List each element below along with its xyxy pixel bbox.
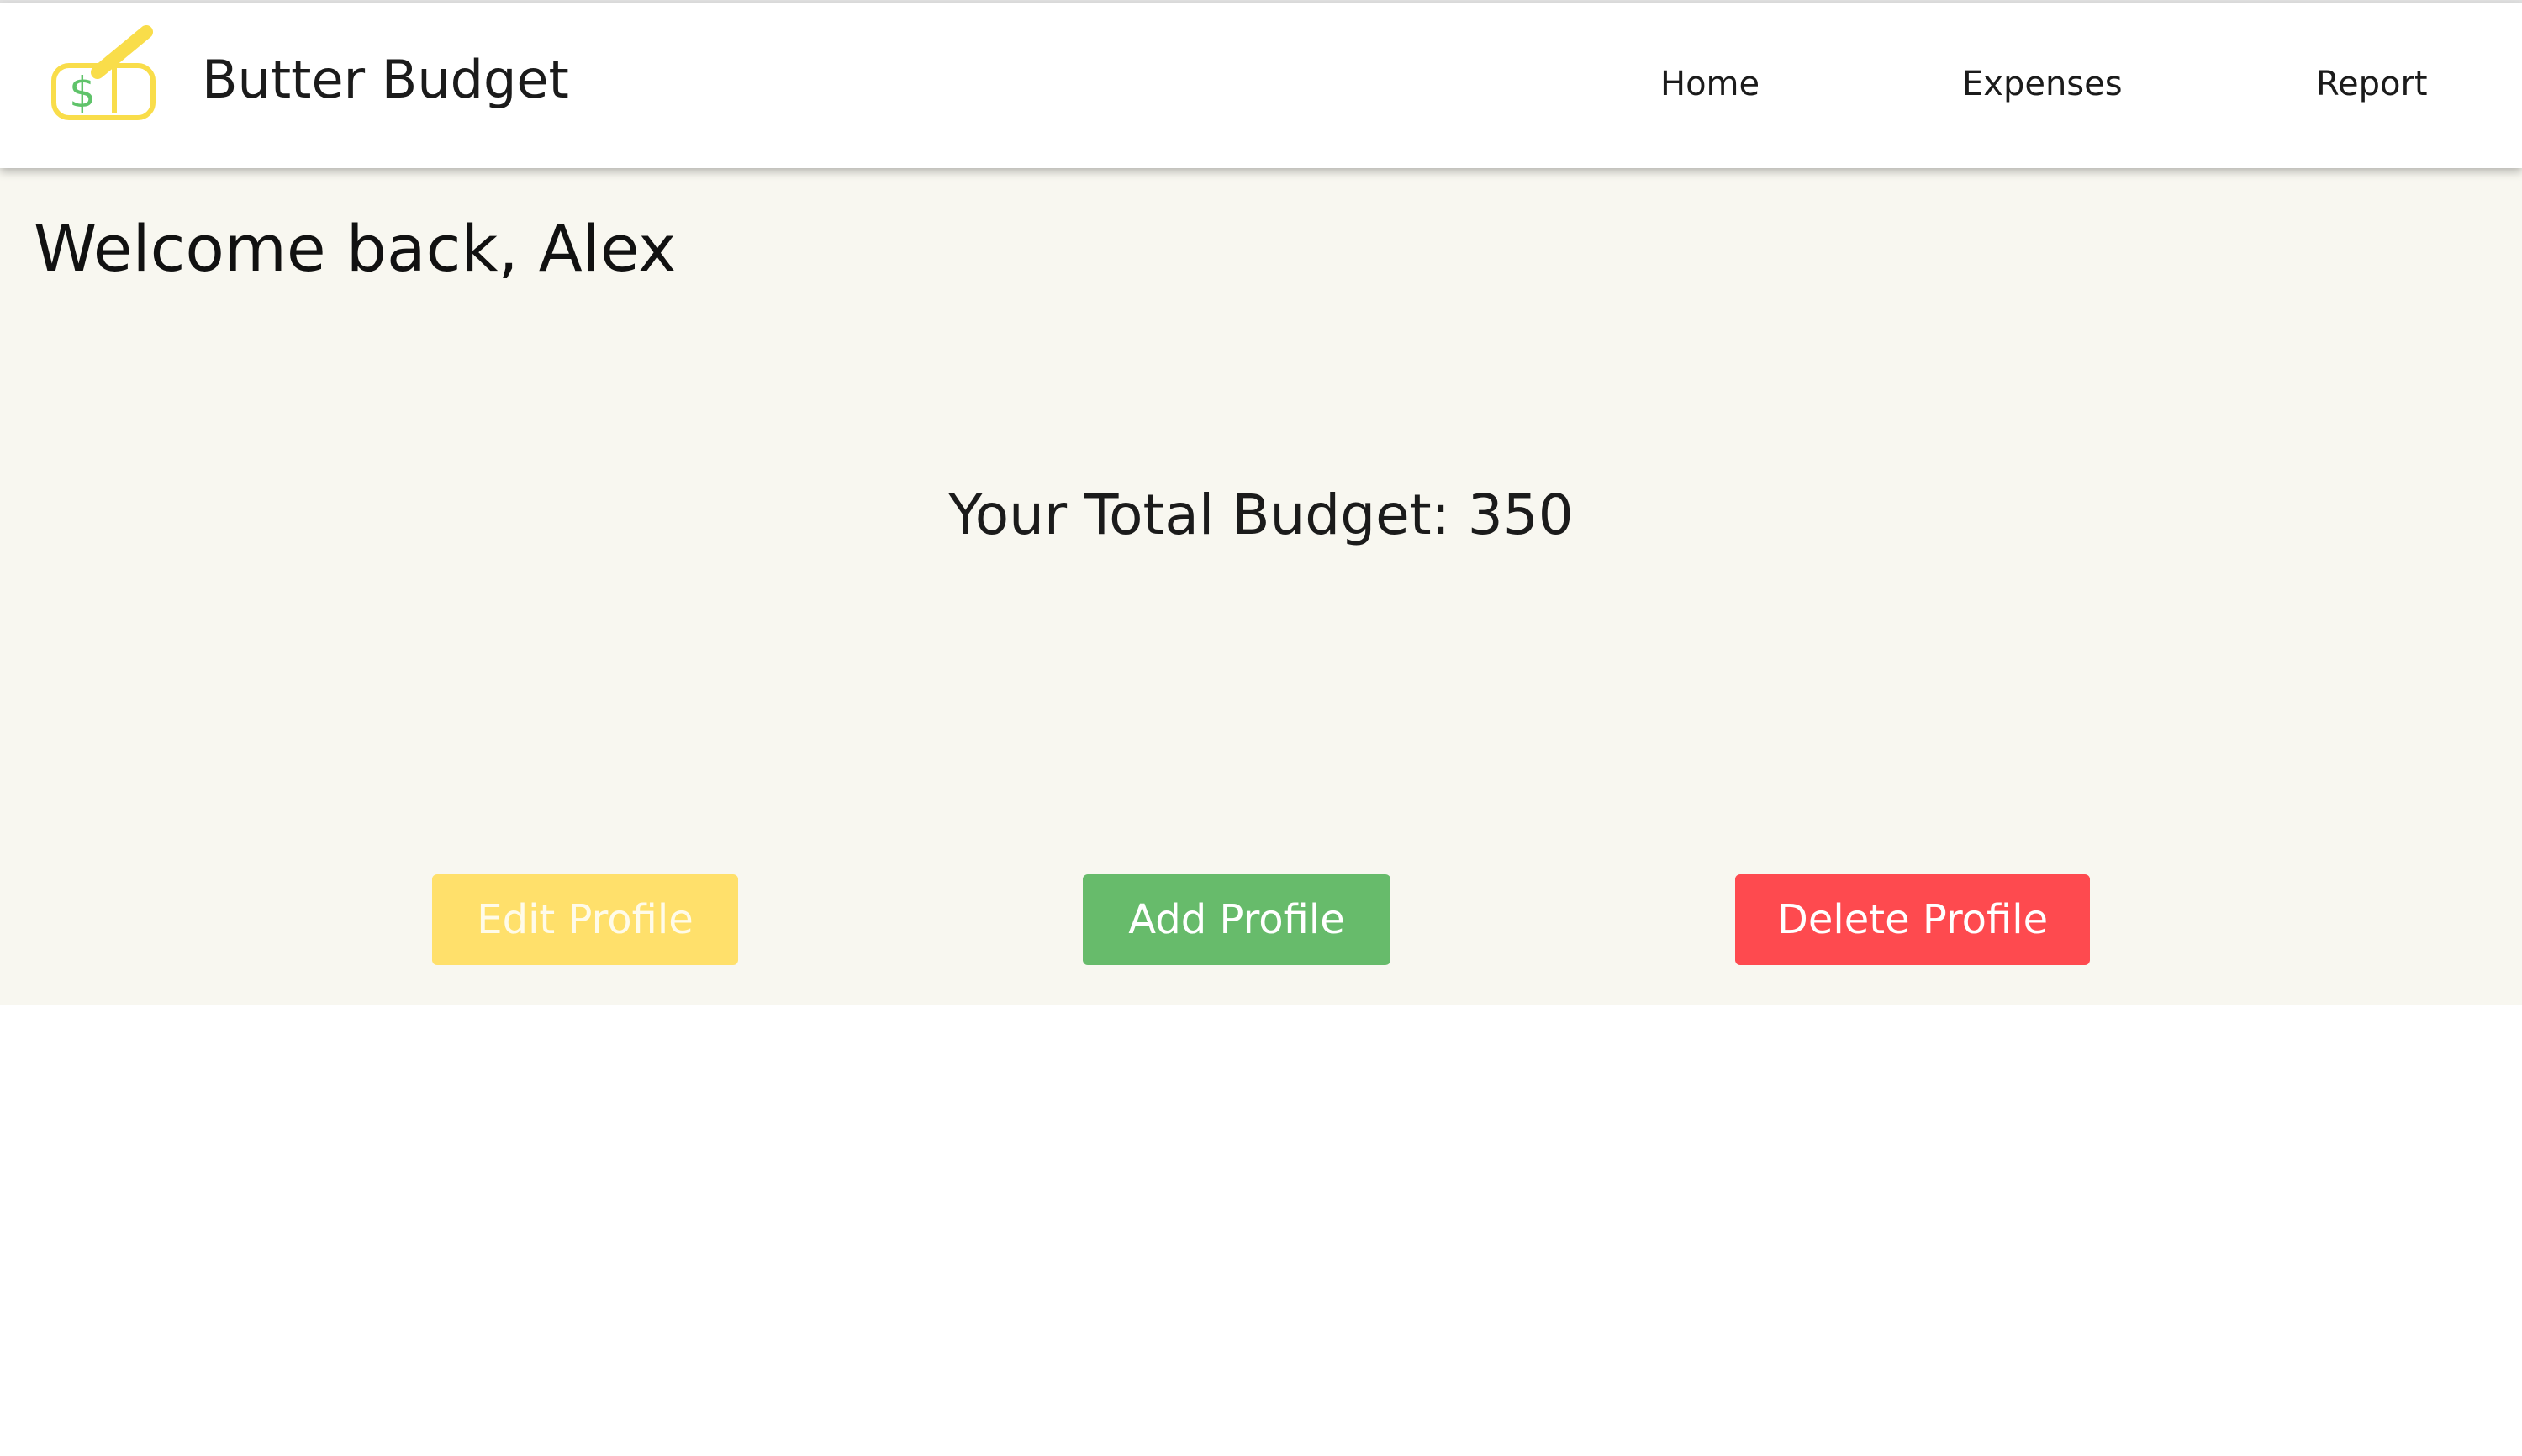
nav-link-home[interactable]: Home [1660, 67, 1760, 101]
brand-title[interactable]: Butter Budget [202, 54, 569, 106]
svg-text:$: $ [69, 68, 96, 117]
delete-profile-button[interactable]: Delete Profile [1735, 874, 2090, 965]
nav-link-expenses[interactable]: Expenses [1962, 67, 2123, 101]
total-budget-text: Your Total Budget: 350 [948, 483, 1574, 547]
add-profile-button[interactable]: Add Profile [1083, 874, 1390, 965]
welcome-heading: Welcome back, Alex [34, 211, 677, 286]
nav-link-report[interactable]: Report [2316, 67, 2428, 101]
butter-budget-logo-icon[interactable]: $ [47, 22, 173, 126]
top-navbar: $ Butter Budget Home Expenses Report [0, 3, 2522, 168]
edit-profile-button[interactable]: Edit Profile [432, 874, 738, 965]
dashboard-panel: Welcome back, Alex Your Total Budget: 35… [0, 168, 2522, 1005]
